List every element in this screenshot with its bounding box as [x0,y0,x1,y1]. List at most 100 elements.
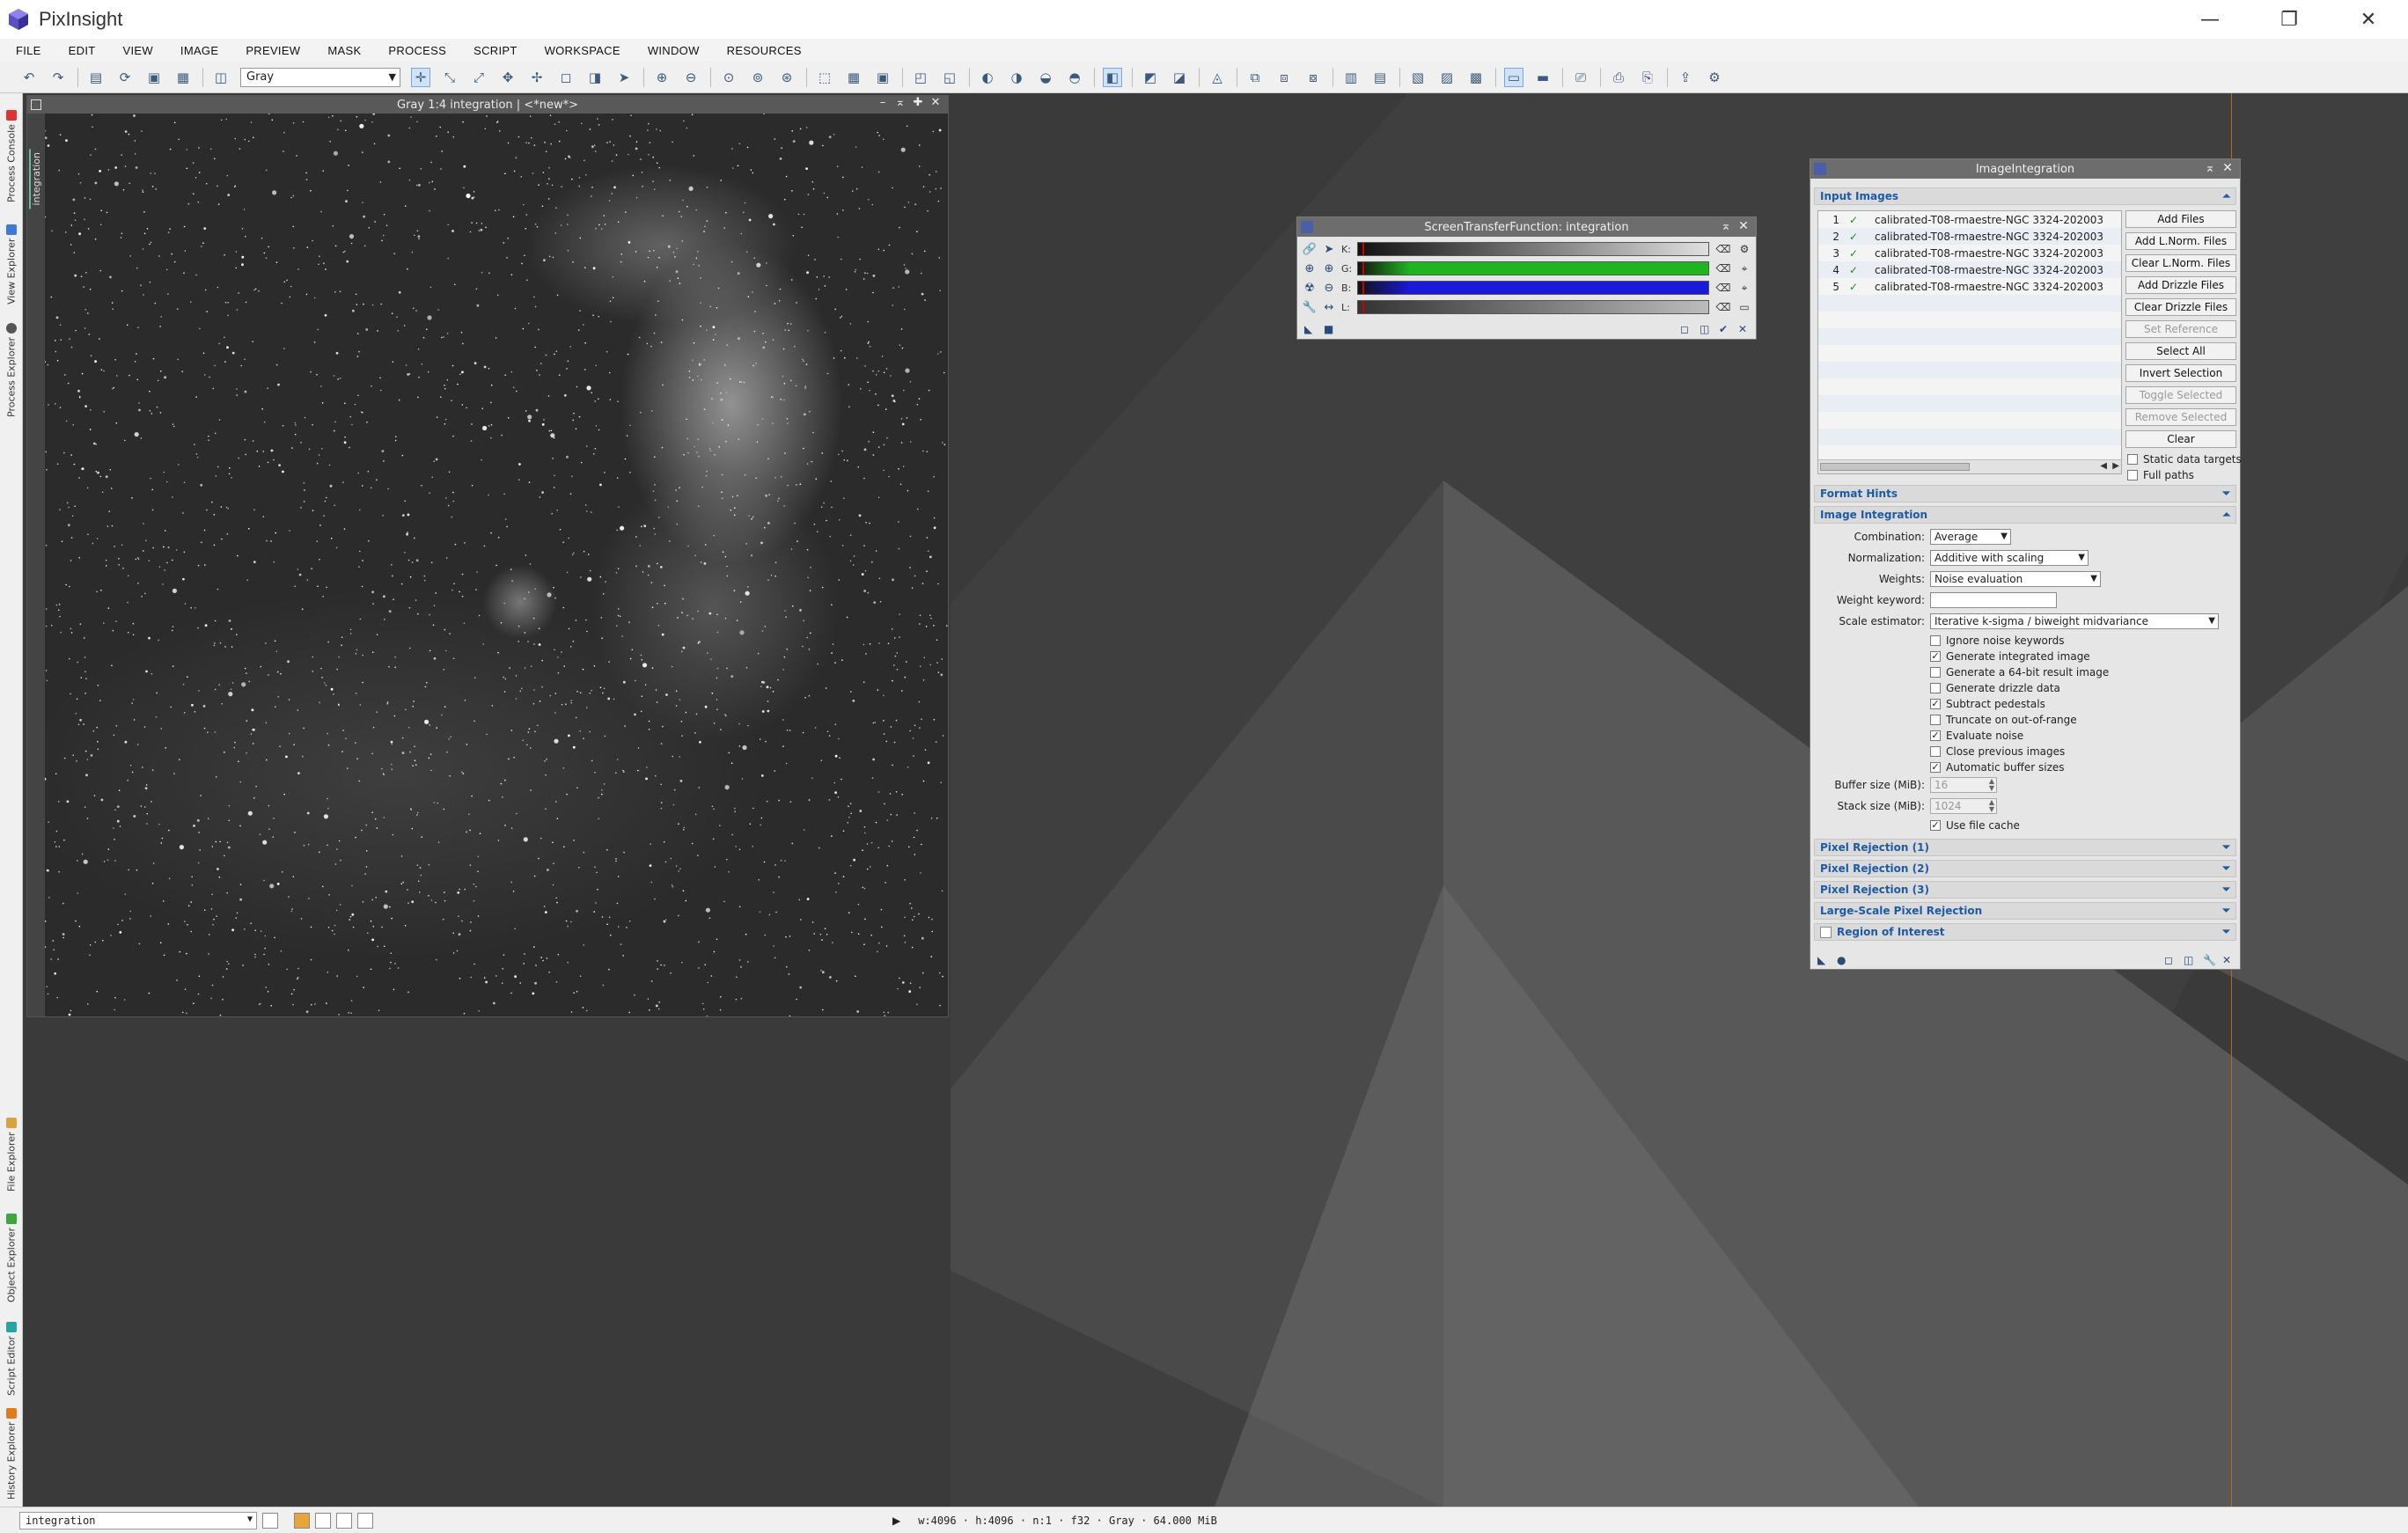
scroll-left-icon[interactable]: ◀ [2100,461,2107,471]
checkbox[interactable] [1930,715,1941,725]
remove-selected-button[interactable]: Remove Selected [2125,408,2236,426]
checkbox[interactable] [2127,470,2138,480]
play-icon[interactable]: ▶ [892,1515,900,1527]
layout-1-icon[interactable]: ▥ [1341,68,1361,87]
tab-history-explorer[interactable]: History Explorer [3,1405,20,1500]
stf-slider-l[interactable] [1357,300,1709,314]
shade-icon[interactable]: ⌅ [892,96,909,109]
menu-process[interactable]: PROCESS [388,44,446,57]
new-instance-icon[interactable]: ◣ [1817,954,1830,966]
apply-global-icon[interactable]: ● [1837,954,1849,966]
swatch-4-icon[interactable] [357,1512,373,1529]
minimize-icon[interactable]: – [874,96,892,109]
checkbox[interactable] [2127,454,2138,465]
reset-icon[interactable]: ⌫ [1716,261,1731,275]
clear-lnorm-files-button[interactable]: Clear L.Norm. Files [2125,254,2236,272]
option-checkbox-0[interactable]: Ignore noise keywords [1930,634,2064,647]
zoom-in-icon[interactable]: ⊕ [652,68,672,87]
checkbox[interactable]: ✓ [1930,699,1941,709]
restore-button[interactable]: ❐ [2250,0,2329,39]
expand-icon[interactable]: ⏷ [2222,841,2230,854]
readout-mode-icon[interactable]: ✛ [411,67,430,87]
cascade-icon[interactable]: ▣ [873,68,892,87]
enabled-check-icon[interactable]: ✓ [1845,214,1862,226]
color-space-select[interactable]: Gray ▼ [240,67,400,87]
section-input-images[interactable]: Input Images ⏶ [1814,187,2236,205]
expand-icon[interactable]: ⏷ [2222,884,2230,896]
new-image-icon[interactable]: ◫ [211,68,231,87]
zoom-out-icon[interactable]: ⊖ [1322,281,1336,295]
buffer-size-spinbox[interactable]: 16 ▲ ▼ [1930,777,1997,793]
swatch-3-icon[interactable] [336,1512,352,1529]
new-instance-icon[interactable]: ◣ [1304,323,1317,335]
close-icon[interactable]: ✕ [1735,219,1752,233]
settings-icon[interactable]: ⚙ [1705,68,1724,87]
stf-slider-k[interactable] [1357,242,1709,256]
roi-enable-checkbox[interactable] [1820,926,1832,938]
checkbox[interactable]: ✓ [1930,820,1941,831]
open-icon[interactable]: ▤ [86,68,106,87]
zoom-optimal-icon[interactable]: ⊛ [777,68,797,87]
normalization-select[interactable]: Additive with scaling ▼ [1930,550,2089,566]
checkbox[interactable] [1930,683,1941,693]
menu-workspace[interactable]: WORKSPACE [545,44,620,57]
expand-icon[interactable]: ⏷ [2222,488,2230,500]
stf-reset-icon[interactable]: ◩ [1141,68,1160,87]
tab-view-explorer[interactable]: View Explorer [3,209,20,304]
stf-titlebar[interactable]: ScreenTransferFunction: integration ⌅ ✕ [1297,217,1756,237]
layout-4-icon[interactable]: ▨ [1437,68,1457,87]
add-files-button[interactable]: Add Files [2125,210,2236,228]
layout-2-icon[interactable]: ▤ [1370,68,1390,87]
layout-5-icon[interactable]: ▩ [1466,68,1486,87]
mask-enable-icon[interactable]: ◒ [1036,68,1055,87]
mask-select-icon[interactable]: ◱ [940,68,959,87]
menu-preview[interactable]: PREVIEW [246,44,300,57]
static-data-targets-checkbox[interactable]: Static data targets [2127,453,2242,466]
crosshair-icon[interactable]: ⌖ [1737,281,1751,295]
clear-button[interactable]: Clear [2125,430,2236,448]
stf-track-icon[interactable]: ◬ [1208,68,1227,87]
reset-all-icon[interactable]: ✕ [2222,954,2235,966]
option-checkbox-3[interactable]: Generate drizzle data [1930,682,2060,694]
stf-slider-g[interactable] [1357,261,1709,275]
checkbox[interactable]: ✓ [1930,651,1941,662]
capture-2-icon[interactable]: ⎘ [1638,68,1657,87]
redo-icon[interactable]: ↷ [48,68,68,87]
wrench-icon[interactable]: 🔧 [1303,300,1317,314]
option-checkbox-1[interactable]: ✓ Generate integrated image [1930,650,2090,663]
checkbox[interactable]: ✓ [1930,730,1941,741]
shadow-marker[interactable] [1362,243,1366,255]
close-icon[interactable]: ✕ [2219,161,2236,175]
toggle-selected-button[interactable]: Toggle Selected [2125,386,2236,404]
view-lock-icon[interactable] [262,1512,278,1529]
zoom-plus-icon[interactable]: ⊕ [1322,261,1336,275]
list-item[interactable]: 5 ✓ calibrated-T08-rmaestre-NGC 3324-20200… [1818,278,2121,295]
option-checkbox-8[interactable]: ✓ Automatic buffer sizes [1930,761,2065,774]
zoom-fit-icon[interactable]: ⤡ [440,68,459,87]
full-paths-checkbox[interactable]: Full paths [2127,469,2194,481]
checkbox[interactable] [1930,635,1941,646]
link-icon[interactable]: 🔗 [1303,242,1317,256]
process-1-icon[interactable]: ⧉ [1245,68,1265,87]
save-as-icon[interactable]: ▦ [173,68,193,87]
scale-estimator-select[interactable]: Iterative k-sigma / biweight midvariance… [1930,613,2219,629]
image-window[interactable]: Gray 1:4 integration | <*new*> – ⌅ ✚ ✕ i… [26,95,949,1017]
view-selector[interactable]: integration ▼ [19,1511,257,1529]
color-swatch-icon[interactable] [294,1512,310,1529]
swatch-2-icon[interactable] [315,1512,331,1529]
crosshair-icon[interactable]: ⌖ [1737,261,1751,275]
menu-file[interactable]: FILE [16,44,41,57]
preview-icon[interactable]: ◻ [556,68,576,87]
reset-icon[interactable]: ⌫ [1716,242,1731,256]
mask-remove-icon[interactable]: ◓ [1065,68,1084,87]
minimize-button[interactable]: — [2170,0,2250,39]
ii-titlebar[interactable]: ImageIntegration ⌅ ✕ [1810,159,2240,179]
image-window-titlebar[interactable]: Gray 1:4 integration | <*new*> – ⌅ ✚ ✕ [27,96,948,114]
stf-process-icon[interactable] [1301,221,1313,233]
process-3-icon[interactable]: ⧇ [1303,68,1323,87]
stf-slider-b[interactable] [1357,281,1709,295]
shade-icon[interactable]: ⌅ [2201,161,2219,175]
pan-icon[interactable]: ✥ [498,68,518,87]
browse-doc-icon[interactable]: ◻ [2164,954,2177,966]
tab-process-explorer[interactable]: Process Explorer [3,312,20,417]
